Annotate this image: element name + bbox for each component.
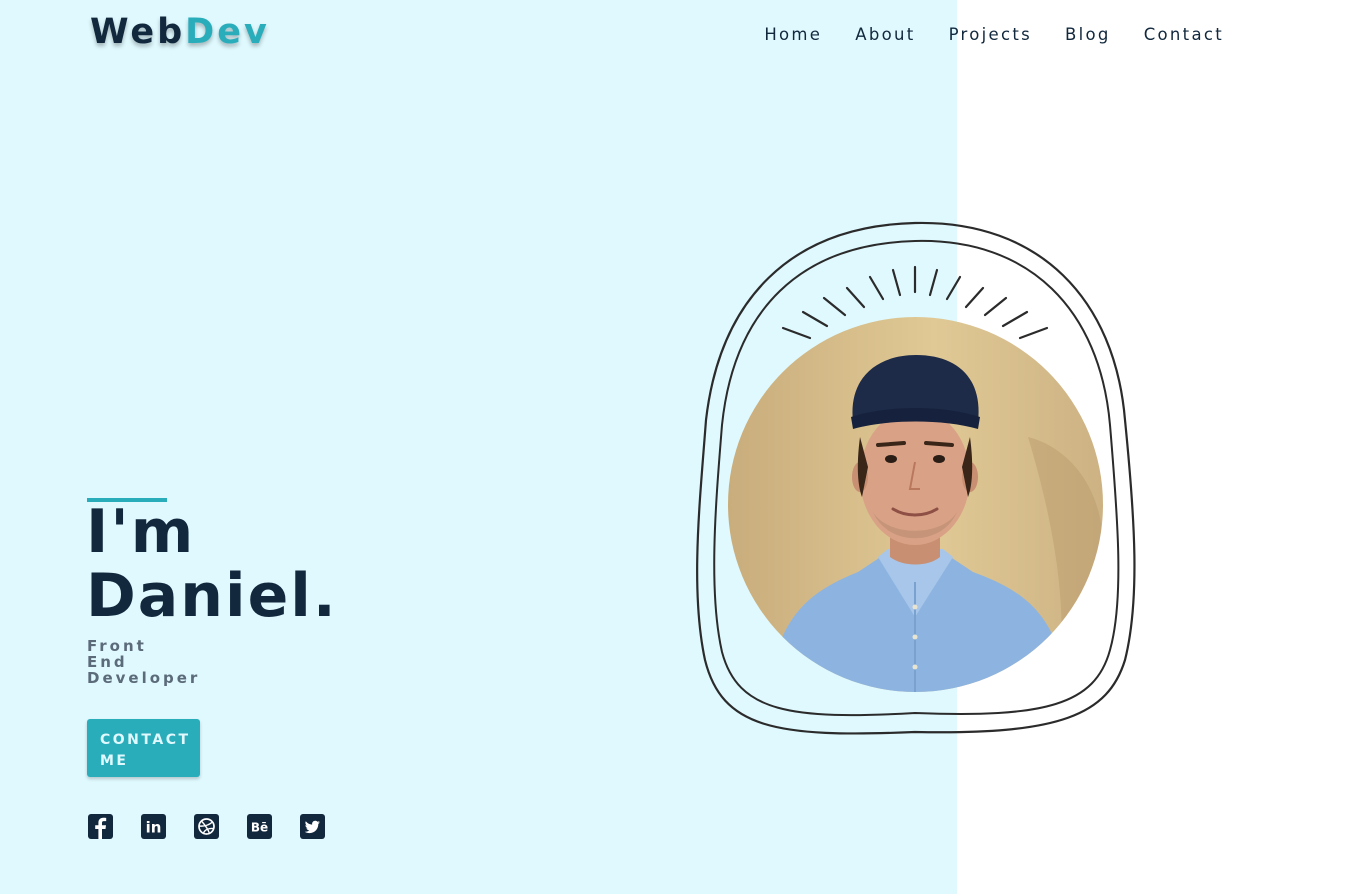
- role-line: End: [87, 653, 128, 671]
- brand-name-part1: Web: [90, 12, 186, 52]
- contact-me-button[interactable]: CONTACT ME: [87, 719, 200, 777]
- linkedin-icon[interactable]: in: [141, 814, 166, 839]
- nav-blog[interactable]: Blog: [1065, 25, 1111, 44]
- contact-me-button-line2: ME: [100, 753, 129, 769]
- main-nav: Home About Projects Blog Contact: [764, 25, 1224, 44]
- brand-logo[interactable]: WebDev: [90, 12, 270, 52]
- behance-glyph: Bē: [251, 821, 268, 835]
- role-subtitle: Front End Developer: [87, 638, 200, 686]
- portrait-illustration: [728, 317, 1103, 692]
- nav-projects[interactable]: Projects: [949, 25, 1032, 44]
- intro-heading-line1: I'm: [86, 497, 196, 567]
- dribbble-icon[interactable]: [194, 814, 219, 839]
- nav-contact[interactable]: Contact: [1144, 25, 1224, 44]
- nav-about[interactable]: About: [855, 25, 915, 44]
- behance-icon[interactable]: Bē: [247, 814, 272, 839]
- facebook-icon[interactable]: [88, 814, 113, 839]
- linkedin-glyph: in: [146, 819, 162, 837]
- intro-heading-line2: Daniel.: [86, 561, 338, 631]
- nav-home[interactable]: Home: [764, 25, 822, 44]
- social-links: in Bē: [88, 814, 325, 839]
- contact-me-button-line1: CONTACT: [100, 732, 191, 748]
- brand-name-part2: Dev: [185, 12, 270, 52]
- intro-heading: I'm Daniel.: [86, 500, 338, 628]
- profile-photo: [728, 317, 1103, 692]
- twitter-icon[interactable]: [300, 814, 325, 839]
- role-line: Front: [87, 637, 147, 655]
- role-line: Developer: [87, 669, 201, 687]
